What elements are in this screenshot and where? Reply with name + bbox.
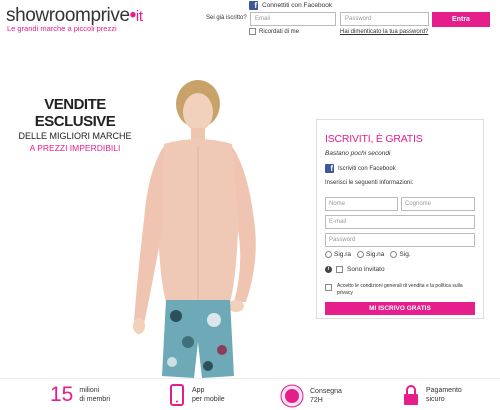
signup-facebook-label: Iscriviti con Facebook [338,165,396,172]
app-line2: per mobile [192,396,225,403]
delivery-badge-icon [280,384,304,408]
remember-me[interactable]: Ricordati di me [249,28,299,35]
top-header: showroomprive•it Le grandi marche a picc… [0,0,500,52]
facebook-icon: f [325,164,334,173]
login-button[interactable]: Entra [432,12,490,27]
signup-submit-button[interactable]: MI ISCRIVO GRATIS [325,302,475,315]
payment-text: Pagamento sicuro [426,386,462,404]
first-name-field[interactable]: Nome [325,197,398,211]
info-icon[interactable]: i [325,266,332,273]
delivery-line1: Consegna [310,388,342,395]
signup-facebook-button[interactable]: f Iscriviti con Facebook [325,164,396,173]
logo-tld: it [135,8,143,25]
payment-line2: sicuro [426,396,445,403]
signup-instructions: Inserisci le seguenti informazioni: [325,180,414,186]
password-field[interactable]: Password [325,233,475,247]
login-password-input[interactable]: Password [340,12,429,26]
title-option-label: Sig.na [365,251,385,258]
app-text: App per mobile [192,386,225,404]
feature-delivery: Consegna 72H [280,384,342,408]
email-field[interactable]: E-mail [325,215,475,229]
invited-checkbox[interactable] [336,266,343,273]
radio-signa[interactable] [356,251,364,258]
invited-option[interactable]: i Sono invitato [325,266,385,273]
terms-checkbox[interactable] [325,284,332,291]
radio-sig[interactable] [390,251,398,258]
padlock-icon [404,385,418,405]
title-option-signa[interactable]: Sig.na [356,251,385,258]
title-option-label: Sig.ra [334,251,351,258]
title-option-label: Sig. [399,251,411,258]
logo-text: showroomprive [6,5,130,26]
app-line1: App [192,387,205,394]
already-registered-label: Sei già iscritto? [206,15,247,21]
forgot-password-link[interactable]: Hai dimenticato la tua password? [340,29,428,35]
last-name-field[interactable]: Cognome [401,197,475,211]
tagline: Le grandi marche a piccoli prezzi [7,24,117,33]
feature-app[interactable]: App per mobile [168,384,225,406]
payment-line1: Pagamento [426,387,462,394]
remember-me-checkbox[interactable] [249,28,256,35]
members-text: milioni di membri [79,386,110,404]
delivery-line2: 72H [310,397,323,404]
signup-title: ISCRIVITI, È GRATIS [325,133,423,145]
members-count: 15 [50,383,74,406]
mobile-phone-icon [170,384,184,406]
hero-banner: VENDITE ESCLUSIVE DELLE MIGLIORI MARCHE … [0,52,500,378]
signup-subtitle: Bastano pochi secondi [325,150,391,157]
facebook-connect-link[interactable]: f Connettiti con Facebook [249,0,332,10]
feature-members: 15 milioni di membri [50,384,110,406]
terms-acceptance[interactable]: Accetto le condizioni generali di vendit… [325,283,475,297]
invited-label: Sono invitato [347,266,385,273]
title-option-sig[interactable]: Sig. [390,251,411,258]
features-bar: 15 milioni di membri App per mobile Cons… [0,378,500,410]
members-line1: milioni [79,387,100,394]
delivery-text: Consegna 72H [310,387,342,405]
remember-me-label: Ricordati di me [259,28,300,35]
signup-panel: ISCRIVITI, È GRATIS Bastano pochi second… [316,119,484,319]
feature-payment: Pagamento sicuro [402,384,462,406]
facebook-connect-label: Connettiti con Facebook [262,1,333,9]
members-line2: di membri [79,396,111,403]
login-email-input[interactable]: Email [250,12,336,26]
title-radio-group: Sig.ra Sig.na Sig. [325,251,411,258]
title-option-sigra[interactable]: Sig.ra [325,251,351,258]
model-photo [133,80,256,378]
facebook-icon: f [249,0,258,10]
terms-label: Accetto le condizioni generali di vendit… [337,283,463,296]
radio-sigra[interactable] [325,251,332,258]
